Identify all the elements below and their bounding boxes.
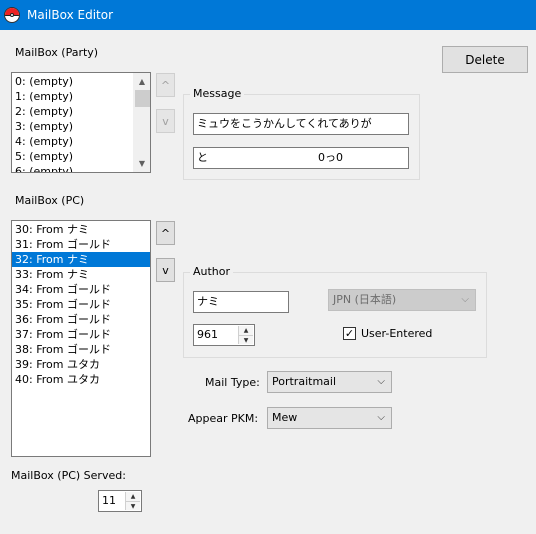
list-item[interactable]: 1: (empty) bbox=[12, 89, 150, 104]
party-mailbox-list[interactable]: 0: (empty) 1: (empty) 2: (empty) 3: (empty)… bbox=[11, 72, 151, 173]
party-mailbox-label: MailBox (Party) bbox=[15, 46, 99, 59]
scroll-down-icon[interactable]: ▼ bbox=[134, 155, 150, 172]
pc-move-down-button[interactable]: v bbox=[156, 258, 175, 282]
list-item[interactable]: 34: From ゴールド bbox=[12, 282, 150, 297]
language-select[interactable]: JPN (日本語) ⌵ bbox=[328, 289, 476, 311]
spin-up-icon[interactable]: ▲ bbox=[239, 326, 253, 335]
appear-pkm-select[interactable]: Mew ⌵ bbox=[267, 407, 392, 429]
pc-move-up-button[interactable]: ^ bbox=[156, 221, 175, 245]
list-item[interactable]: 2: (empty) bbox=[12, 104, 150, 119]
user-entered-checkbox[interactable]: ✓ User-Entered bbox=[343, 327, 432, 340]
pc-mailbox-list[interactable]: 30: From ナミ 31: From ゴールド 32: From ナミ 33: F… bbox=[11, 220, 151, 457]
delete-button[interactable]: Delete bbox=[442, 46, 528, 73]
chevron-down-icon: ⌵ bbox=[461, 294, 469, 305]
mail-type-label: Mail Type: bbox=[205, 376, 260, 389]
list-item[interactable]: 6: (empty) bbox=[12, 164, 150, 172]
spin-up-icon[interactable]: ▲ bbox=[126, 492, 140, 501]
party-move-down-button[interactable]: v bbox=[156, 109, 175, 133]
message-line-1-input[interactable]: ミュウをこうかんしてくれてありが bbox=[193, 113, 409, 135]
list-item[interactable]: 37: From ゴールド bbox=[12, 327, 150, 342]
message-line-2-input[interactable]: と 0っ0 bbox=[193, 147, 409, 169]
author-group-label: Author bbox=[190, 265, 234, 278]
list-item[interactable]: 32: From ナミ bbox=[12, 252, 150, 267]
list-item[interactable]: 0: (empty) bbox=[12, 74, 150, 89]
scroll-thumb[interactable] bbox=[135, 90, 150, 107]
served-value: 11 bbox=[102, 494, 116, 507]
party-move-up-button[interactable]: ^ bbox=[156, 73, 175, 97]
author-tid-stepper[interactable]: 961 ▲ ▼ bbox=[193, 324, 255, 346]
list-item[interactable]: 39: From ユタカ bbox=[12, 357, 150, 372]
list-item[interactable]: 38: From ゴールド bbox=[12, 342, 150, 357]
served-label: MailBox (PC) Served: bbox=[11, 469, 126, 482]
chevron-down-icon: ⌵ bbox=[377, 412, 385, 423]
list-item[interactable]: 5: (empty) bbox=[12, 149, 150, 164]
tid-value: 961 bbox=[197, 328, 218, 341]
list-item[interactable]: 35: From ゴールド bbox=[12, 297, 150, 312]
checkmark-icon[interactable]: ✓ bbox=[343, 327, 356, 340]
served-stepper[interactable]: 11 ▲ ▼ bbox=[98, 490, 142, 512]
mail-type-select[interactable]: Portraitmail ⌵ bbox=[267, 371, 392, 393]
list-item[interactable]: 3: (empty) bbox=[12, 119, 150, 134]
list-item[interactable]: 31: From ゴールド bbox=[12, 237, 150, 252]
title-bar: MailBox Editor bbox=[0, 0, 536, 30]
list-item[interactable]: 33: From ナミ bbox=[12, 267, 150, 282]
party-list-scrollbar[interactable]: ▲ ▼ bbox=[133, 73, 150, 172]
user-entered-label: User-Entered bbox=[361, 327, 433, 340]
chevron-down-icon: ⌵ bbox=[377, 376, 385, 387]
message-group-label: Message bbox=[190, 87, 245, 100]
list-item[interactable]: 4: (empty) bbox=[12, 134, 150, 149]
mail-type-value: Portraitmail bbox=[272, 375, 337, 388]
pokeball-icon bbox=[4, 7, 20, 23]
list-item[interactable]: 36: From ゴールド bbox=[12, 312, 150, 327]
appear-pkm-value: Mew bbox=[272, 411, 298, 424]
language-value: JPN (日本語) bbox=[333, 293, 397, 306]
spin-down-icon[interactable]: ▼ bbox=[239, 335, 253, 344]
list-item[interactable]: 40: From ユタカ bbox=[12, 372, 150, 387]
appear-pkm-label: Appear PKM: bbox=[188, 412, 259, 425]
spin-down-icon[interactable]: ▼ bbox=[126, 501, 140, 510]
pc-mailbox-label: MailBox (PC) bbox=[15, 194, 85, 207]
window-title: MailBox Editor bbox=[27, 8, 114, 22]
list-item[interactable]: 30: From ナミ bbox=[12, 222, 150, 237]
scroll-up-icon[interactable]: ▲ bbox=[134, 73, 150, 90]
author-name-input[interactable]: ナミ bbox=[193, 291, 289, 313]
